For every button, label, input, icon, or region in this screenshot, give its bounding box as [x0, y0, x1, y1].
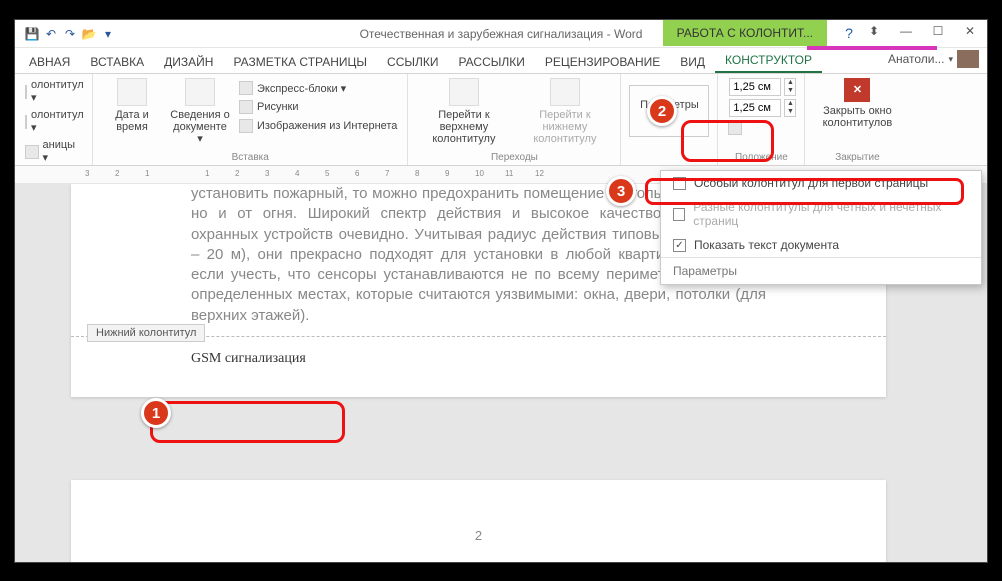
goto-footer-icon: [550, 78, 580, 106]
page-2[interactable]: 2: [71, 480, 886, 562]
ribbon-tabs: АВНАЯ ВСТАВКА ДИЗАЙН РАЗМЕТКА СТРАНИЦЫ С…: [15, 48, 987, 74]
page-number: 2: [475, 528, 482, 543]
checkbox-icon[interactable]: [673, 208, 685, 221]
tab-mailings[interactable]: РАССЫЛКИ: [448, 51, 534, 73]
tab-layout[interactable]: РАЗМЕТКА СТРАНИЦЫ: [223, 51, 377, 73]
title-bar: 💾 ↶ ↷ 📂 ▾ Отечественная и зарубежная сиг…: [15, 20, 987, 48]
annotation-badge-3: 3: [606, 176, 636, 206]
maximize-icon[interactable]: ☐: [925, 20, 951, 42]
document-info-icon: [185, 78, 215, 106]
close-window-icon[interactable]: ✕: [957, 20, 983, 42]
tab-review[interactable]: РЕЦЕНЗИРОВАНИЕ: [535, 51, 670, 73]
ribbon: олонтитул ▾ олонтитул ▾ аницы ▾ тулы Дат…: [15, 74, 987, 166]
tab-insert[interactable]: ВСТАВКА: [80, 51, 154, 73]
header-button[interactable]: олонтитул ▾: [23, 78, 84, 105]
blocks-icon: [239, 81, 253, 95]
footer-label: Нижний колонтитул: [87, 324, 205, 342]
calendar-icon: [117, 78, 147, 106]
quick-parts-button[interactable]: Экспресс-блоки ▾: [237, 80, 399, 96]
footer-area[interactable]: Нижний колонтитул GSM сигнализация: [71, 336, 886, 397]
page-number-icon: [25, 145, 39, 159]
page-number-button[interactable]: аницы ▾: [23, 138, 84, 165]
goto-header-button[interactable]: Перейти к верхнему колонтитулу: [416, 78, 511, 145]
tab-view[interactable]: ВИД: [670, 51, 715, 73]
options-popup: Особый колонтитул для первой страницы Ра…: [660, 170, 982, 285]
tab-references[interactable]: ССЫЛКИ: [377, 51, 448, 73]
tab-home[interactable]: АВНАЯ: [19, 51, 80, 73]
open-icon[interactable]: 📂: [80, 25, 98, 43]
qat-dropdown-icon[interactable]: ▾: [99, 25, 117, 43]
save-icon[interactable]: 💾: [23, 25, 41, 43]
group-label: Вставка: [101, 152, 399, 165]
goto-footer-button: Перейти к нижнему колонтитулу: [517, 78, 612, 145]
redo-icon[interactable]: ↷: [61, 25, 79, 43]
user-account[interactable]: Анатоли... ▾: [888, 50, 979, 68]
picture-icon: [239, 100, 253, 114]
group-label: Закрытие: [813, 152, 901, 165]
ribbon-options-icon[interactable]: ⬍: [861, 20, 887, 42]
date-time-button[interactable]: Дата и время: [101, 78, 163, 145]
group-label: Переходы: [416, 152, 612, 165]
tab-design[interactable]: ДИЗАЙН: [154, 51, 223, 73]
goto-header-icon: [449, 78, 479, 106]
quick-access-toolbar: 💾 ↶ ↷ 📂 ▾: [15, 25, 117, 43]
footer-from-bottom[interactable]: ▲▼: [726, 99, 796, 117]
tab-design-tools[interactable]: КОНСТРУКТОР: [715, 49, 822, 73]
footer-button[interactable]: олонтитул ▾: [23, 108, 84, 135]
checkbox-icon[interactable]: [673, 177, 686, 190]
option-first-page[interactable]: Особый колонтитул для первой страницы: [661, 171, 981, 195]
footer-text[interactable]: GSM сигнализация: [191, 351, 766, 367]
group-label: Положение: [726, 152, 796, 165]
tab-icon: [728, 121, 742, 135]
checkbox-checked-icon[interactable]: ✓: [673, 239, 686, 252]
footer-icon: [25, 115, 27, 129]
insert-tab-button[interactable]: [726, 120, 796, 136]
annotation-badge-1: 1: [141, 398, 171, 428]
help-icon[interactable]: ?: [837, 20, 861, 46]
header-from-top[interactable]: ▲▼: [726, 78, 796, 96]
option-odd-even[interactable]: Разные колонтитулы для четных и нечетных…: [661, 195, 981, 233]
avatar: [957, 50, 979, 68]
annotation-badge-2: 2: [647, 96, 677, 126]
option-show-document[interactable]: ✓Показать текст документа: [661, 233, 981, 257]
document-info-button[interactable]: Сведения о документе ▾: [169, 78, 231, 145]
context-tab-header: РАБОТА С КОЛОНТИТ...: [663, 20, 827, 46]
close-header-footer-button[interactable]: ✕ Закрыть окно колонтитулов: [813, 78, 901, 129]
header-icon: [25, 85, 27, 99]
user-name: Анатоли...: [888, 52, 945, 66]
pictures-button[interactable]: Рисунки: [237, 99, 399, 115]
online-pictures-button[interactable]: Изображения из Интернета: [237, 118, 399, 134]
minimize-icon[interactable]: —: [893, 20, 919, 42]
popup-footer: Параметры: [661, 257, 981, 284]
globe-icon: [239, 119, 253, 133]
undo-icon[interactable]: ↶: [42, 25, 60, 43]
close-icon: ✕: [844, 78, 870, 102]
